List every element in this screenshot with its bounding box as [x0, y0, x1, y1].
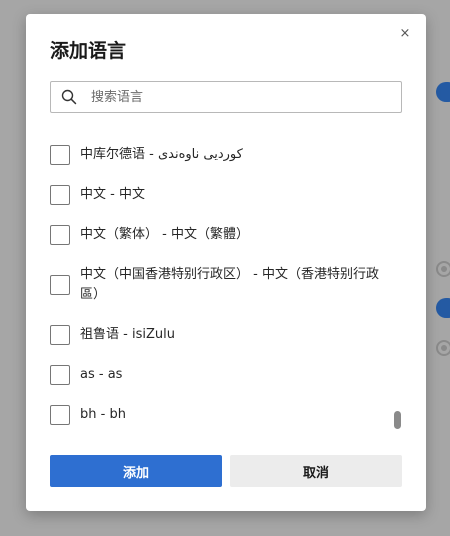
- language-label: 中文（繁体） - 中文（繁體）: [80, 227, 249, 242]
- language-label: as - as: [80, 367, 123, 382]
- checkbox[interactable]: [50, 365, 70, 385]
- background-radio: [436, 261, 450, 277]
- language-label: 中文（中国香港特别行政区） - 中文（香港特别行政區）: [80, 267, 379, 302]
- search-input[interactable]: [91, 82, 391, 112]
- cancel-button[interactable]: 取消: [230, 455, 402, 487]
- checkbox[interactable]: [50, 225, 70, 245]
- add-button[interactable]: 添加: [50, 455, 222, 487]
- language-item[interactable]: 祖鲁语 - isiZulu: [50, 325, 380, 345]
- search-box: [50, 81, 402, 113]
- checkbox[interactable]: [50, 405, 70, 425]
- checkbox[interactable]: [50, 325, 70, 345]
- language-item[interactable]: 中文（繁体） - 中文（繁體）: [50, 225, 380, 245]
- scrollbar-thumb[interactable]: [394, 411, 401, 429]
- search-icon: [61, 89, 77, 105]
- checkbox[interactable]: [50, 185, 70, 205]
- language-item[interactable]: bh - bh: [50, 405, 380, 425]
- language-label: 中库尔德语 - کوردیی ناوەندی: [80, 147, 243, 162]
- add-language-dialog: 添加语言 × 中库尔德语 - کوردیی ناوەندی 中文 - 中文 中文…: [26, 14, 426, 511]
- language-label: 中文 - 中文: [80, 187, 145, 202]
- checkbox[interactable]: [50, 275, 70, 295]
- dialog-title: 添加语言: [50, 40, 127, 62]
- language-list: 中库尔德语 - کوردیی ناوەندی 中文 - 中文 中文（繁体） - …: [26, 134, 426, 434]
- language-label: bh - bh: [80, 407, 126, 422]
- language-item[interactable]: 中文 - 中文: [50, 185, 380, 205]
- close-icon[interactable]: ×: [398, 27, 412, 41]
- language-item[interactable]: as - as: [50, 365, 380, 385]
- language-item[interactable]: 中文（中国香港特别行政区） - 中文（香港特别行政區）: [50, 265, 380, 305]
- background-radio: [436, 340, 450, 356]
- language-item[interactable]: 中库尔德语 - کوردیی ناوەندی: [50, 145, 380, 165]
- background-toggle: [436, 82, 450, 102]
- checkbox[interactable]: [50, 145, 70, 165]
- language-label: 祖鲁语 - isiZulu: [80, 327, 175, 342]
- background-toggle: [436, 298, 450, 318]
